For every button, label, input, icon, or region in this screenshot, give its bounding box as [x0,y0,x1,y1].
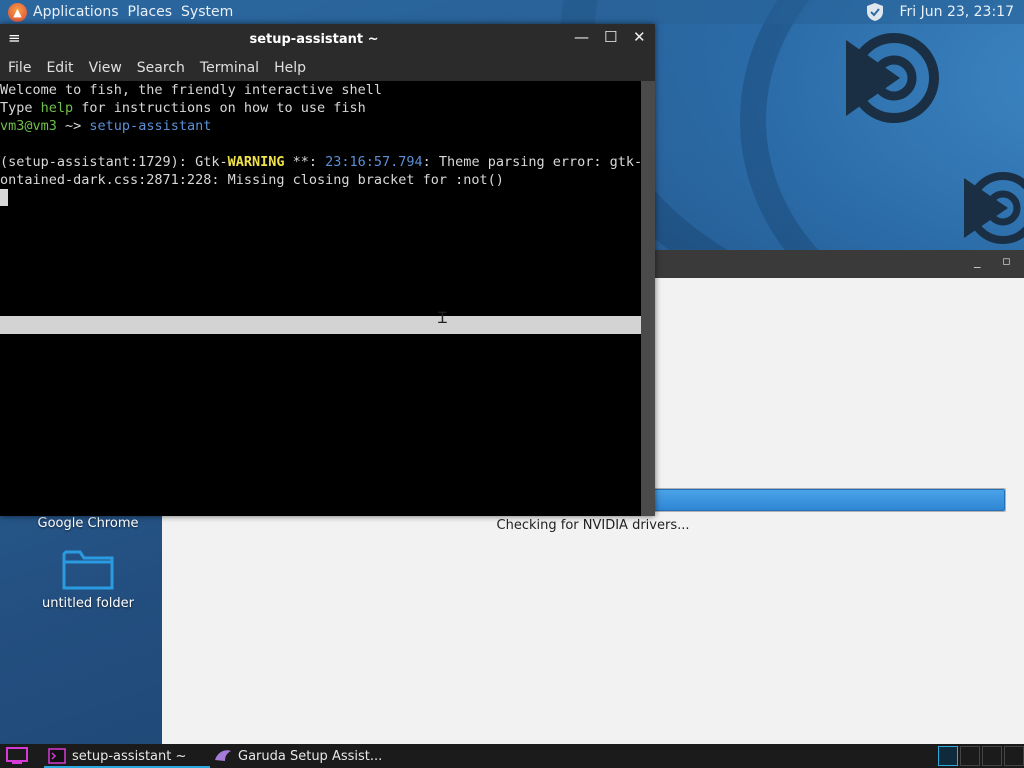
menu-applications[interactable]: Applications [33,4,119,20]
show-desktop-icon[interactable] [6,747,28,765]
taskbar-item-label: Garuda Setup Assist... [238,748,383,764]
terminal-output[interactable]: Welcome to fish, the friendly interactiv… [0,81,641,516]
terminal-window: ≡ setup-assistant ~ — ☐ ✕ File Edit View… [0,24,655,516]
desktop-icon-label: Google Chrome [37,516,139,531]
terminal-icon [48,748,66,764]
terminal-title: setup-assistant ~ [249,32,379,47]
terminal-highlight-bar [0,316,641,334]
menu-file[interactable]: File [8,60,31,76]
workspace-1[interactable] [938,746,958,766]
taskbar-item-label: setup-assistant ~ [72,748,187,764]
terminal-cursor-line [0,189,641,207]
menu-places[interactable]: Places [128,4,173,20]
terminal-menubar: File Edit View Search Terminal Help [0,54,655,81]
menu-view[interactable]: View [89,60,122,76]
maximize-icon[interactable]: ▫ [1002,254,1011,269]
terminal-line: Type help for instructions on how to use… [0,100,366,116]
menu-search[interactable]: Search [137,60,185,76]
workspace-3[interactable] [982,746,1002,766]
taskbar-item-garuda-setup[interactable]: Garuda Setup Assist... [214,744,382,768]
maximize-icon[interactable]: ☐ [604,28,617,46]
close-icon[interactable]: ✕ [633,28,646,46]
minimize-icon[interactable]: — [574,28,589,46]
minimize-icon[interactable]: _ [974,254,981,269]
workspace-2[interactable] [960,746,980,766]
menu-terminal[interactable]: Terminal [200,60,259,76]
garuda-icon [215,750,231,761]
terminal-scrollbar[interactable] [641,81,655,516]
menu-system[interactable]: System [181,4,233,20]
terminal-titlebar[interactable]: ≡ setup-assistant ~ — ☐ ✕ [0,24,655,54]
workspace-4[interactable] [1004,746,1024,766]
top-panel: ▲ Applications Places System Fri Jun 23,… [0,0,1024,24]
folder-icon[interactable] [62,546,114,592]
menu-help[interactable]: Help [274,60,306,76]
garuda-wallpaper-logo-icon [846,33,939,123]
taskbar: setup-assistant ~ Garuda Setup Assist... [0,744,1024,768]
text-cursor-icon: Ɪ [438,308,447,327]
desktop-icon-untitled-folder[interactable]: untitled folder [28,596,148,611]
clock[interactable]: Fri Jun 23, 23:17 [899,4,1014,20]
menu-edit[interactable]: Edit [46,60,73,76]
terminal-warning-line: ontained-dark.css:2871:228: Missing clos… [0,172,504,188]
shield-icon[interactable] [865,2,885,22]
terminal-line: Welcome to fish, the friendly interactiv… [0,82,383,98]
desktop-icon-google-chrome[interactable]: Google Chrome [28,516,148,531]
terminal-warning-line: (setup-assistant:1729): Gtk-WARNING **: … [0,154,641,170]
terminal-cursor [0,189,8,206]
progress-status-text: Checking for NVIDIA drivers... [496,518,690,533]
desktop-icon-label: untitled folder [41,596,134,611]
garuda-logo-icon[interactable]: ▲ [8,2,27,22]
terminal-prompt-line: vm3@vm3 ~> setup-assistant [0,118,212,134]
taskbar-item-terminal[interactable]: setup-assistant ~ [48,744,186,768]
garuda-wallpaper-logo-small-icon [964,172,1024,244]
